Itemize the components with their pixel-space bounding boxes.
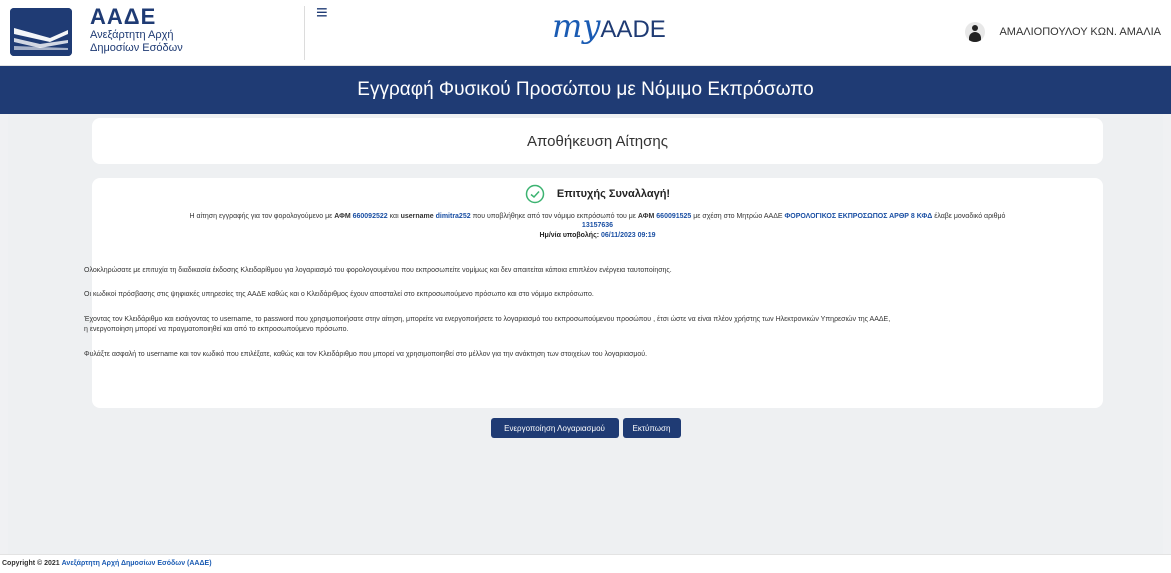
aade-logo[interactable]: ΑΑΔΕ Ανεξάρτητη Αρχή Δημοσίων Εσόδων — [10, 5, 183, 56]
myaade-brand[interactable]: myAADE — [552, 8, 666, 48]
success-message: Επιτυχής Συναλλαγή! — [556, 188, 671, 200]
info-paragraph-3b: η ενεργοποίηση μπορεί να πραγματοποιηθεί… — [84, 326, 349, 333]
user-menu[interactable]: ΑΜΑΛΙΟΠΟΥΛΟΥ ΚΩΝ. ΑΜΑΛΙΑ — [965, 22, 1161, 42]
info-paragraph-1: Ολοκληρώσατε με επιτυχία τη διαδικασία έ… — [84, 267, 672, 274]
info-paragraph-2: Οι κωδικοί πρόσβασης στις ψηφιακές υπηρε… — [84, 291, 594, 298]
footer: Copyright © 2021 Ανεξάρτητη Αρχή Δημοσίω… — [0, 554, 1171, 573]
username-label: username — [400, 213, 434, 220]
submission-date-label: Ημ/νία υποβολής: — [539, 232, 602, 239]
logo-subtitle-1: Ανεξάρτητη Αρχή — [90, 29, 174, 41]
afm2-value: 660091525 — [656, 213, 692, 220]
afm2-label: ΑΦΜ — [637, 213, 655, 220]
msg-part-1: Η αίτηση εγγραφής για τον φορολογούμενο … — [189, 213, 335, 220]
page-title-bar: Εγγραφή Φυσικού Προσώπου με Νόμιμο Εκπρό… — [0, 66, 1171, 114]
top-header: ΑΑΔΕ Ανεξάρτητη Αρχή Δημοσίων Εσόδων ≡ m… — [0, 0, 1171, 66]
brand-aade: AADE — [600, 16, 666, 43]
msg-part-3: που υποβλήθηκε από τον νόμιμο εκπρόσωπό … — [470, 213, 638, 220]
success-row: Επιτυχής Συναλλαγή! — [92, 184, 1103, 204]
brand-my: my — [552, 7, 601, 45]
aade-footer-link[interactable]: Ανεξάρτητη Αρχή Δημοσίων Εσόδων (ΑΑΔΕ) — [62, 560, 212, 567]
header-divider — [304, 6, 305, 60]
user-name: ΑΜΑΛΙΟΠΟΥΛΟΥ ΚΩΝ. ΑΜΑΛΙΑ — [999, 26, 1161, 38]
submission-date: Ημ/νία υποβολής: 06/11/2023 09:19 — [92, 232, 1103, 239]
logo-subtitle-2: Δημοσίων Εσόδων — [90, 42, 183, 54]
relation-value: ΦΟΡΟΛΟΓΙΚΟΣ ΕΚΠΡΟΣΩΠΟΣ ΑΡΘΡ 8 ΚΦΔ — [784, 213, 933, 220]
result-card: Επιτυχής Συναλλαγή! Η αίτηση εγγραφής γι… — [84, 178, 1103, 408]
aade-flag-icon — [10, 8, 72, 56]
afm-value: 660092522 — [352, 213, 388, 220]
main-content: Αποθήκευση Αίτησης Επιτυχής Συναλλαγή! Η… — [8, 114, 1163, 554]
copyright-text: Copyright © 2021 Ανεξάρτητη Αρχή Δημοσίω… — [2, 560, 212, 567]
print-button[interactable]: Εκτύπωση — [622, 418, 681, 438]
unique-number: 13157636 — [581, 222, 614, 229]
username-value: dimitra252 — [435, 213, 471, 220]
page-title: Εγγραφή Φυσικού Προσώπου με Νόμιμο Εκπρό… — [357, 79, 814, 100]
logo-text: ΑΑΔΕ Ανεξάρτητη Αρχή Δημοσίων Εσόδων — [90, 5, 183, 55]
activate-account-button[interactable]: Ενεργοποίηση Λογαριασμού — [490, 418, 619, 438]
check-circle-icon — [525, 184, 545, 204]
info-paragraph-3a: Έχοντας τον Κλειδάριθμο και εισάγοντας τ… — [84, 316, 891, 323]
info-paragraph-4: Φυλάξτε ασφαλή το username και τον κωδικ… — [84, 351, 648, 358]
afm-label: ΑΦΜ — [334, 213, 351, 220]
msg-part-5: έλαβε μοναδικό αριθμό — [932, 213, 1006, 220]
msg-part-4: με σχέση στο Μητρώο ΑΑΔΕ — [691, 213, 785, 220]
save-application-heading: Αποθήκευση Αίτησης — [527, 132, 668, 150]
submission-date-value: 06/11/2023 09:19 — [601, 232, 656, 239]
action-buttons: Ενεργοποίηση Λογαριασμού Εκτύπωση — [8, 418, 1163, 438]
user-avatar-icon — [965, 22, 986, 42]
logo-title: ΑΑΔΕ — [90, 4, 157, 29]
save-application-card: Αποθήκευση Αίτησης — [92, 118, 1103, 164]
msg-part-2: και — [387, 213, 401, 220]
hamburger-menu-icon[interactable]: ≡ — [316, 2, 328, 25]
registration-message: Η αίτηση εγγραφής για τον φορολογούμενο … — [92, 212, 1103, 222]
copyright-label: Copyright © 2021 — [2, 560, 62, 567]
